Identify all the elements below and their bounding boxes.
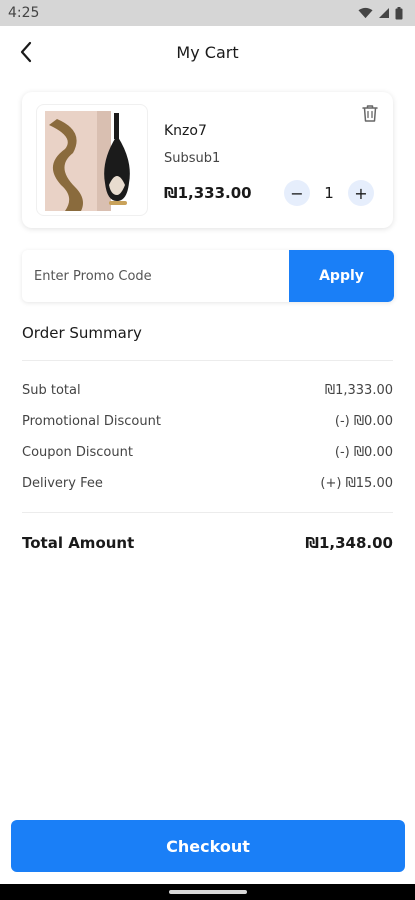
app-header: My Cart <box>0 26 415 78</box>
apply-button[interactable]: Apply <box>289 250 394 302</box>
arrow-left-icon <box>20 41 32 63</box>
summary-row-label: Coupon Discount <box>22 445 133 460</box>
summary-row-delivery-fee: Delivery Fee (+) ₪15.00 <box>22 476 393 491</box>
summary-row-label: Delivery Fee <box>22 476 103 491</box>
battery-icon <box>395 6 403 19</box>
product-image[interactable] <box>36 104 148 216</box>
summary-row-value: (-) ₪0.00 <box>334 414 393 429</box>
wifi-icon <box>358 7 373 19</box>
summary-row-value: ₪1,333.00 <box>324 383 393 398</box>
summary-row-label: Promotional Discount <box>22 414 161 429</box>
promo-code-input[interactable] <box>22 250 289 302</box>
cart-item-card: Knzo7 Subsub1 ₪1,333.00 − 1 + <box>22 92 393 228</box>
increment-button[interactable]: + <box>347 180 374 206</box>
total-amount-value: ₪1,348.00 <box>305 534 393 552</box>
back-button[interactable] <box>12 38 40 66</box>
summary-row-value: (-) ₪0.00 <box>334 445 393 460</box>
total-amount-row: Total Amount ₪1,348.00 <box>22 534 393 552</box>
signal-icon <box>379 8 389 18</box>
quantity-value: 1 <box>324 184 334 202</box>
checkout-button[interactable]: Checkout <box>11 820 405 872</box>
summary-row-promotional-discount: Promotional Discount (-) ₪0.00 <box>22 414 393 429</box>
summary-row-coupon-discount: Coupon Discount (-) ₪0.00 <box>22 445 393 460</box>
product-variant: Subsub1 <box>164 151 221 166</box>
status-icons <box>358 6 403 20</box>
total-amount-label: Total Amount <box>22 534 135 552</box>
product-price: ₪1,333.00 <box>164 184 252 202</box>
divider <box>22 512 393 513</box>
summary-row-value: (+) ₪15.00 <box>320 476 393 491</box>
trash-icon <box>362 105 378 122</box>
promo-code-bar: Apply <box>22 250 394 302</box>
delete-item-button[interactable] <box>359 102 381 124</box>
product-name: Knzo7 <box>164 123 207 139</box>
decrement-button[interactable]: − <box>284 180 310 206</box>
page-title: My Cart <box>176 42 239 62</box>
summary-row-label: Sub total <box>22 383 81 398</box>
navigation-bar <box>0 884 415 900</box>
status-time: 4:25 <box>8 5 40 21</box>
order-summary-title: Order Summary <box>22 324 142 342</box>
summary-row-subtotal: Sub total ₪1,333.00 <box>22 383 393 398</box>
status-bar: 4:25 <box>0 0 415 26</box>
divider <box>22 360 393 361</box>
home-indicator[interactable] <box>168 890 247 894</box>
quantity-stepper: − 1 + <box>284 179 374 207</box>
perfume-bottle-image <box>45 111 130 211</box>
